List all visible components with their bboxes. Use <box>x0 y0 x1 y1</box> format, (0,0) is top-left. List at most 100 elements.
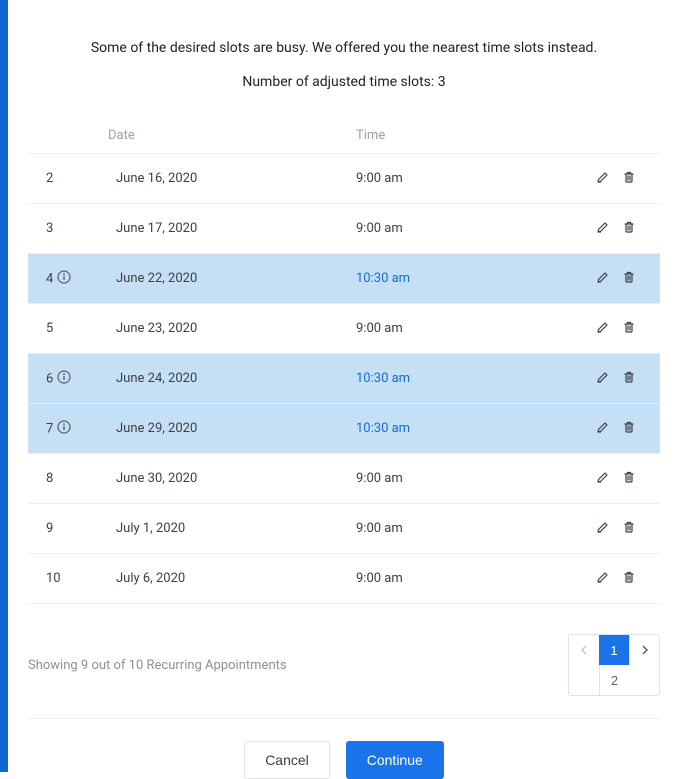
row-date: June 24, 2020 <box>108 354 348 404</box>
trash-icon <box>622 272 636 287</box>
row-time: 10:30 am <box>348 354 528 404</box>
edit-button[interactable] <box>590 568 616 589</box>
edit-button[interactable] <box>590 168 616 189</box>
delete-button[interactable] <box>616 518 642 539</box>
table-row: 4June 22, 202010:30 am <box>28 254 660 304</box>
row-index: 9 <box>28 504 108 554</box>
row-date: July 1, 2020 <box>108 504 348 554</box>
continue-button[interactable]: Continue <box>346 741 444 779</box>
row-date: June 29, 2020 <box>108 404 348 454</box>
row-index: 2 <box>28 154 108 204</box>
row-time: 10:30 am <box>348 254 528 304</box>
cancel-button[interactable]: Cancel <box>244 741 330 779</box>
row-index: 3 <box>28 204 108 254</box>
page-next[interactable] <box>629 635 659 665</box>
row-index: 10 <box>28 554 108 604</box>
edit-icon <box>596 222 610 237</box>
edit-icon <box>596 172 610 187</box>
row-date: June 17, 2020 <box>108 204 348 254</box>
row-actions <box>528 154 660 204</box>
row-time: 9:00 am <box>348 454 528 504</box>
page-2[interactable]: 2 <box>599 665 629 695</box>
edit-button[interactable] <box>590 418 616 439</box>
trash-icon <box>622 422 636 437</box>
col-actions-header <box>528 118 660 154</box>
row-actions <box>528 454 660 504</box>
table-row: 8June 30, 20209:00 am <box>28 454 660 504</box>
row-date: June 23, 2020 <box>108 304 348 354</box>
dialog-content: Some of the desired slots are busy. We o… <box>8 0 680 772</box>
edit-button[interactable] <box>590 318 616 339</box>
accent-bar <box>0 0 8 772</box>
edit-icon <box>596 322 610 337</box>
row-actions <box>528 504 660 554</box>
table-row: 2June 16, 20209:00 am <box>28 154 660 204</box>
edit-icon <box>596 572 610 587</box>
table-row: 3June 17, 20209:00 am <box>28 204 660 254</box>
row-actions <box>528 404 660 454</box>
edit-button[interactable] <box>590 468 616 489</box>
showing-text: Showing 9 out of 10 Recurring Appointmen… <box>28 658 287 673</box>
row-time: 9:00 am <box>348 204 528 254</box>
row-time: 10:30 am <box>348 404 528 454</box>
col-index-header <box>28 118 108 154</box>
edit-button[interactable] <box>590 218 616 239</box>
row-actions <box>528 304 660 354</box>
trash-icon <box>622 222 636 237</box>
trash-icon <box>622 522 636 537</box>
row-time: 9:00 am <box>348 304 528 354</box>
table-row: 6June 24, 202010:30 am <box>28 354 660 404</box>
row-date: July 6, 2020 <box>108 554 348 604</box>
row-actions <box>528 354 660 404</box>
delete-button[interactable] <box>616 168 642 189</box>
delete-button[interactable] <box>616 418 642 439</box>
info-icon <box>57 270 71 288</box>
info-icon <box>57 370 71 388</box>
trash-icon <box>622 572 636 587</box>
delete-button[interactable] <box>616 368 642 389</box>
edit-icon <box>596 472 610 487</box>
edit-icon <box>596 522 610 537</box>
edit-button[interactable] <box>590 268 616 289</box>
delete-button[interactable] <box>616 468 642 489</box>
delete-button[interactable] <box>616 318 642 339</box>
delete-button[interactable] <box>616 268 642 289</box>
row-date: June 22, 2020 <box>108 254 348 304</box>
info-icon <box>57 420 71 438</box>
edit-icon <box>596 372 610 387</box>
row-actions <box>528 554 660 604</box>
table-row: 10July 6, 20209:00 am <box>28 554 660 604</box>
pagination: 12 <box>568 634 660 696</box>
edit-icon <box>596 272 610 287</box>
trash-icon <box>622 472 636 487</box>
row-actions <box>528 254 660 304</box>
delete-button[interactable] <box>616 568 642 589</box>
col-date-header: Date <box>108 118 348 154</box>
edit-button[interactable] <box>590 518 616 539</box>
page-prev[interactable] <box>569 635 599 665</box>
row-index: 5 <box>28 304 108 354</box>
chevron-left-icon <box>580 645 588 655</box>
trash-icon <box>622 322 636 337</box>
table-row: 7June 29, 202010:30 am <box>28 404 660 454</box>
appointments-table: Date Time 2June 16, 20209:00 am3June 17,… <box>28 118 660 604</box>
delete-button[interactable] <box>616 218 642 239</box>
table-row: 5June 23, 20209:00 am <box>28 304 660 354</box>
row-index: 7 <box>28 404 108 454</box>
adjusted-count: Number of adjusted time slots: 3 <box>28 74 660 90</box>
row-time: 9:00 am <box>348 504 528 554</box>
chevron-right-icon <box>641 645 649 655</box>
row-date: June 30, 2020 <box>108 454 348 504</box>
trash-icon <box>622 172 636 187</box>
row-time: 9:00 am <box>348 554 528 604</box>
row-index: 8 <box>28 454 108 504</box>
edit-button[interactable] <box>590 368 616 389</box>
row-index: 4 <box>28 254 108 304</box>
row-time: 9:00 am <box>348 154 528 204</box>
row-date: June 16, 2020 <box>108 154 348 204</box>
trash-icon <box>622 372 636 387</box>
table-row: 9July 1, 20209:00 am <box>28 504 660 554</box>
busy-slots-message: Some of the desired slots are busy. We o… <box>28 40 660 56</box>
col-time-header: Time <box>348 118 528 154</box>
page-1[interactable]: 1 <box>599 635 629 665</box>
